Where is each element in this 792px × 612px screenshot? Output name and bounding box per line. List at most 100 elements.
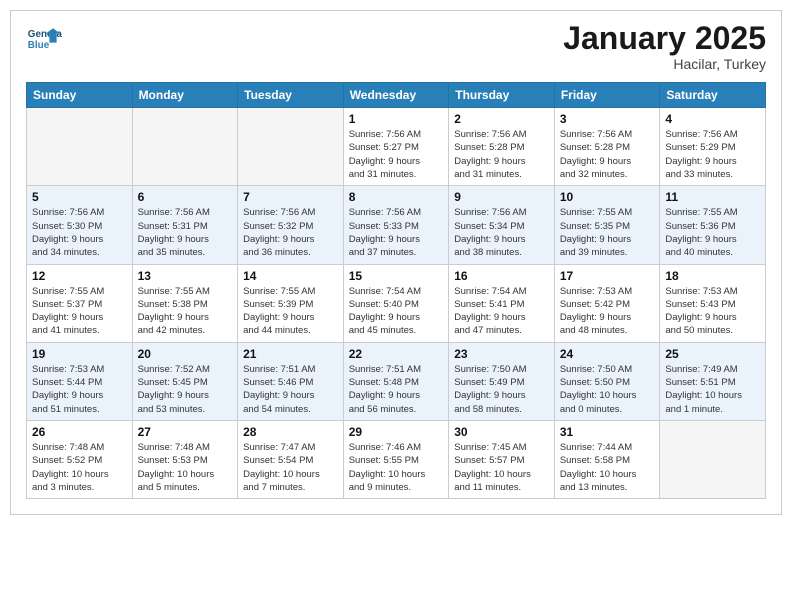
day-cell: 24 Sunrise: 7:50 AM Sunset: 5:50 PM Dayli… <box>554 342 660 420</box>
day-cell: 17 Sunrise: 7:53 AM Sunset: 5:42 PM Dayli… <box>554 264 660 342</box>
day-info: Sunrise: 7:56 AM Sunset: 5:28 PM Dayligh… <box>454 128 549 181</box>
col-wednesday: Wednesday <box>343 83 449 108</box>
day-info: Sunrise: 7:56 AM Sunset: 5:34 PM Dayligh… <box>454 206 549 259</box>
day-number: 24 <box>560 347 655 361</box>
day-info: Sunrise: 7:54 AM Sunset: 5:40 PM Dayligh… <box>349 285 444 338</box>
day-info: Sunrise: 7:48 AM Sunset: 5:53 PM Dayligh… <box>138 441 233 494</box>
day-info: Sunrise: 7:47 AM Sunset: 5:54 PM Dayligh… <box>243 441 338 494</box>
day-cell: 15 Sunrise: 7:54 AM Sunset: 5:40 PM Dayli… <box>343 264 449 342</box>
day-number: 5 <box>32 190 127 204</box>
day-number: 31 <box>560 425 655 439</box>
day-cell: 31 Sunrise: 7:44 AM Sunset: 5:58 PM Dayli… <box>554 420 660 498</box>
day-info: Sunrise: 7:56 AM Sunset: 5:31 PM Dayligh… <box>138 206 233 259</box>
col-thursday: Thursday <box>449 83 555 108</box>
day-info: Sunrise: 7:55 AM Sunset: 5:39 PM Dayligh… <box>243 285 338 338</box>
day-info: Sunrise: 7:53 AM Sunset: 5:42 PM Dayligh… <box>560 285 655 338</box>
day-info: Sunrise: 7:53 AM Sunset: 5:43 PM Dayligh… <box>665 285 760 338</box>
week-row-3: 12Sunrise: 7:55 AM Sunset: 5:37 PM Dayli… <box>27 264 766 342</box>
col-friday: Friday <box>554 83 660 108</box>
day-cell <box>132 108 238 186</box>
day-cell: 14 Sunrise: 7:55 AM Sunset: 5:39 PM Dayli… <box>238 264 344 342</box>
day-number: 1 <box>349 112 444 126</box>
day-info: Sunrise: 7:56 AM Sunset: 5:30 PM Dayligh… <box>32 206 127 259</box>
svg-text:General: General <box>28 29 62 40</box>
week-row-1: 1 Sunrise: 7:56 AM Sunset: 5:27 PM Daylig… <box>27 108 766 186</box>
day-number: 9 <box>454 190 549 204</box>
day-info: Sunrise: 7:44 AM Sunset: 5:58 PM Dayligh… <box>560 441 655 494</box>
day-number: 17 <box>560 269 655 283</box>
day-number: 11 <box>665 190 760 204</box>
day-cell: 19Sunrise: 7:53 AM Sunset: 5:44 PM Dayli… <box>27 342 133 420</box>
day-cell: 29Sunrise: 7:46 AM Sunset: 5:55 PM Dayli… <box>343 420 449 498</box>
day-number: 20 <box>138 347 233 361</box>
day-number: 4 <box>665 112 760 126</box>
day-number: 26 <box>32 425 127 439</box>
day-cell: 11 Sunrise: 7:55 AM Sunset: 5:36 PM Dayli… <box>660 186 766 264</box>
day-cell: 25Sunrise: 7:49 AM Sunset: 5:51 PM Dayli… <box>660 342 766 420</box>
day-number: 18 <box>665 269 760 283</box>
day-cell: 22 Sunrise: 7:51 AM Sunset: 5:48 PM Dayli… <box>343 342 449 420</box>
day-number: 16 <box>454 269 549 283</box>
day-info: Sunrise: 7:52 AM Sunset: 5:45 PM Dayligh… <box>138 363 233 416</box>
day-cell: 13 Sunrise: 7:55 AM Sunset: 5:38 PM Dayli… <box>132 264 238 342</box>
col-sunday: Sunday <box>27 83 133 108</box>
day-cell <box>238 108 344 186</box>
day-cell: 27 Sunrise: 7:48 AM Sunset: 5:53 PM Dayli… <box>132 420 238 498</box>
day-cell: 7Sunrise: 7:56 AM Sunset: 5:32 PM Daylig… <box>238 186 344 264</box>
day-number: 21 <box>243 347 338 361</box>
week-row-4: 19Sunrise: 7:53 AM Sunset: 5:44 PM Dayli… <box>27 342 766 420</box>
day-cell: 10 Sunrise: 7:55 AM Sunset: 5:35 PM Dayli… <box>554 186 660 264</box>
day-info: Sunrise: 7:55 AM Sunset: 5:35 PM Dayligh… <box>560 206 655 259</box>
day-number: 14 <box>243 269 338 283</box>
day-cell: 5 Sunrise: 7:56 AM Sunset: 5:30 PM Daylig… <box>27 186 133 264</box>
day-cell: 4 Sunrise: 7:56 AM Sunset: 5:29 PM Daylig… <box>660 108 766 186</box>
col-saturday: Saturday <box>660 83 766 108</box>
day-number: 15 <box>349 269 444 283</box>
day-info: Sunrise: 7:55 AM Sunset: 5:38 PM Dayligh… <box>138 285 233 338</box>
calendar-table: Sunday Monday Tuesday Wednesday Thursday… <box>26 82 766 499</box>
week-row-5: 26 Sunrise: 7:48 AM Sunset: 5:52 PM Dayli… <box>27 420 766 498</box>
day-cell: 3 Sunrise: 7:56 AM Sunset: 5:28 PM Daylig… <box>554 108 660 186</box>
day-info: Sunrise: 7:56 AM Sunset: 5:29 PM Dayligh… <box>665 128 760 181</box>
day-number: 19 <box>32 347 127 361</box>
col-monday: Monday <box>132 83 238 108</box>
title-block: January 2025 Hacilar, Turkey <box>563 21 766 72</box>
day-cell: 30Sunrise: 7:45 AM Sunset: 5:57 PM Dayli… <box>449 420 555 498</box>
day-cell <box>27 108 133 186</box>
day-cell: 28 Sunrise: 7:47 AM Sunset: 5:54 PM Dayli… <box>238 420 344 498</box>
day-number: 3 <box>560 112 655 126</box>
day-cell: 21Sunrise: 7:51 AM Sunset: 5:46 PM Dayli… <box>238 342 344 420</box>
day-info: Sunrise: 7:51 AM Sunset: 5:48 PM Dayligh… <box>349 363 444 416</box>
day-number: 22 <box>349 347 444 361</box>
day-info: Sunrise: 7:50 AM Sunset: 5:49 PM Dayligh… <box>454 363 549 416</box>
day-number: 6 <box>138 190 233 204</box>
day-info: Sunrise: 7:45 AM Sunset: 5:57 PM Dayligh… <box>454 441 549 494</box>
day-number: 28 <box>243 425 338 439</box>
day-info: Sunrise: 7:56 AM Sunset: 5:33 PM Dayligh… <box>349 206 444 259</box>
day-cell: 18 Sunrise: 7:53 AM Sunset: 5:43 PM Dayli… <box>660 264 766 342</box>
day-info: Sunrise: 7:55 AM Sunset: 5:37 PM Dayligh… <box>32 285 127 338</box>
day-number: 8 <box>349 190 444 204</box>
day-cell: 26 Sunrise: 7:48 AM Sunset: 5:52 PM Dayli… <box>27 420 133 498</box>
day-info: Sunrise: 7:56 AM Sunset: 5:32 PM Dayligh… <box>243 206 338 259</box>
day-cell: 9 Sunrise: 7:56 AM Sunset: 5:34 PM Daylig… <box>449 186 555 264</box>
day-cell: 1 Sunrise: 7:56 AM Sunset: 5:27 PM Daylig… <box>343 108 449 186</box>
header-row: Sunday Monday Tuesday Wednesday Thursday… <box>27 83 766 108</box>
day-info: Sunrise: 7:56 AM Sunset: 5:27 PM Dayligh… <box>349 128 444 181</box>
day-info: Sunrise: 7:56 AM Sunset: 5:28 PM Dayligh… <box>560 128 655 181</box>
day-info: Sunrise: 7:55 AM Sunset: 5:36 PM Dayligh… <box>665 206 760 259</box>
page-header: General Blue January 2025 Hacilar, Turke… <box>26 21 766 72</box>
day-number: 13 <box>138 269 233 283</box>
day-cell: 2Sunrise: 7:56 AM Sunset: 5:28 PM Daylig… <box>449 108 555 186</box>
day-number: 10 <box>560 190 655 204</box>
day-number: 25 <box>665 347 760 361</box>
logo-icon: General Blue <box>26 21 62 57</box>
day-number: 27 <box>138 425 233 439</box>
day-info: Sunrise: 7:50 AM Sunset: 5:50 PM Dayligh… <box>560 363 655 416</box>
day-cell: 8 Sunrise: 7:56 AM Sunset: 5:33 PM Daylig… <box>343 186 449 264</box>
month-title: January 2025 <box>563 21 766 56</box>
day-info: Sunrise: 7:48 AM Sunset: 5:52 PM Dayligh… <box>32 441 127 494</box>
week-row-2: 5 Sunrise: 7:56 AM Sunset: 5:30 PM Daylig… <box>27 186 766 264</box>
col-tuesday: Tuesday <box>238 83 344 108</box>
calendar-page: General Blue January 2025 Hacilar, Turke… <box>10 10 782 515</box>
